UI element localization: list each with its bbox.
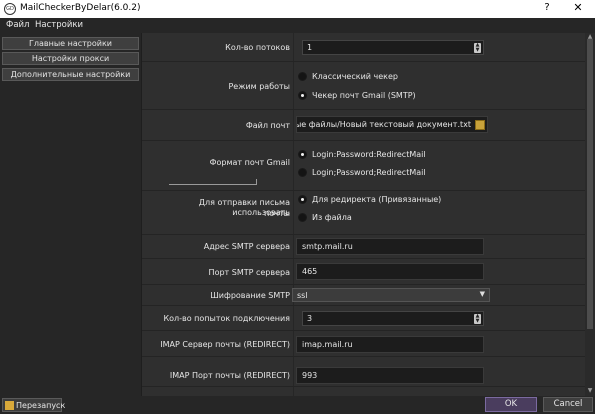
mail-file-input[interactable]: ые файлы/Новый текстовый документ.txt xyxy=(296,116,488,133)
send-redirect-label: Для редиректа (Привязанные) xyxy=(312,195,442,204)
mode-classic-label: Классический чекер xyxy=(312,72,398,81)
connect-attempts-label: Кол-во попыток подключения xyxy=(163,314,290,323)
smtp-encryption-label: Шифрование SMTP xyxy=(210,291,290,300)
sidebar-item-additional-settings[interactable]: Дополнительные настройки xyxy=(2,68,139,81)
smtp-encryption-select[interactable]: ssl ▼ xyxy=(292,288,490,302)
mode-label: Режим работы xyxy=(228,82,290,91)
cancel-button[interactable]: Cancel xyxy=(543,397,593,412)
smtp-encryption-value: ssl xyxy=(297,291,308,300)
title-bar: GD MailCheckerByDelar(6.0.2) ? ✕ xyxy=(0,0,595,18)
row-threads: Кол-во потоков 1 ▲ ▼ xyxy=(142,33,585,62)
imap-port-label: IMAP Порт почты (REDIRECT) xyxy=(169,371,290,380)
smtp-server-label: Адрес SMTP сервера xyxy=(203,242,290,251)
imap-server-label: IMAP Сервер почты (REDIRECT) xyxy=(160,340,290,349)
row-smtp-port: Порт SMTP сервера 465 xyxy=(142,259,585,285)
scroll-down-icon[interactable]: ▼ xyxy=(585,387,595,394)
mode-gmail-label: Чекер почт Gmail (SMTP) xyxy=(312,91,416,100)
format-splitter-handle[interactable] xyxy=(169,179,257,187)
chevron-down-icon: ▼ xyxy=(479,290,485,298)
row-send-for: Для отправки письма использовать почты Д… xyxy=(142,191,585,235)
send-file-label: Из файла xyxy=(312,213,352,222)
row-smtp-server: Адрес SMTP сервера smtp.mail.ru xyxy=(142,235,585,259)
connect-attempts-value: 3 xyxy=(307,314,313,323)
vertical-scrollbar[interactable]: ▲ ▼ xyxy=(585,33,595,396)
ok-button[interactable]: OK xyxy=(485,397,537,412)
restart-label: Перезапуск xyxy=(16,401,66,410)
bottom-bar: Перезапуск OK Cancel xyxy=(0,396,595,414)
imap-server-value: imap.mail.ru xyxy=(302,340,353,349)
radio-on-icon xyxy=(298,91,307,100)
radio-on-icon xyxy=(298,195,307,204)
smtp-server-value: smtp.mail.ru xyxy=(302,242,353,251)
sidebar-item-main-settings[interactable]: Главные настройки xyxy=(2,37,139,50)
format-colon-label: Login:Password:RedirectMail xyxy=(312,150,426,159)
row-mail-file: Файл почт ые файлы/Новый текстовый докум… xyxy=(142,110,585,141)
smtp-port-value: 465 xyxy=(302,267,318,276)
connect-attempts-spinbox[interactable]: 3 ▲ ▼ xyxy=(302,311,484,326)
menu-settings[interactable]: Настройки xyxy=(35,20,83,30)
menu-bar: Файл Настройки xyxy=(0,18,595,33)
spin-arrows-icon[interactable]: ▲ ▼ xyxy=(474,314,481,324)
scrollbar-thumb[interactable] xyxy=(587,39,593,329)
radio-on-icon xyxy=(298,150,307,159)
imap-port-input[interactable]: 993 xyxy=(296,367,484,384)
imap-port-value: 993 xyxy=(302,371,318,380)
gmail-format-label: Формат почт Gmail xyxy=(209,158,290,167)
row-connect-attempts: Кол-во попыток подключения 3 ▲ ▼ xyxy=(142,306,585,331)
mail-file-label: Файл почт xyxy=(245,121,290,130)
row-imap-server: IMAP Сервер почты (REDIRECT) imap.mail.r… xyxy=(142,331,585,357)
close-button[interactable]: ✕ xyxy=(571,1,585,14)
row-imap-port: IMAP Порт почты (REDIRECT) 993 xyxy=(142,357,585,387)
smtp-port-input[interactable]: 465 xyxy=(296,263,484,280)
row-smtp-encryption: Шифрование SMTP ssl ▼ xyxy=(142,285,585,306)
radio-off-icon xyxy=(298,213,307,222)
menu-file[interactable]: Файл xyxy=(6,20,29,30)
send-for-label-line2: почты xyxy=(264,209,290,218)
smtp-port-label: Порт SMTP сервера xyxy=(208,268,290,277)
settings-panel: Кол-во потоков 1 ▲ ▼ Режим работы Классич… xyxy=(141,33,585,396)
mail-file-path: ые файлы/Новый текстовый документ.txt xyxy=(296,120,471,129)
restart-button[interactable]: Перезапуск xyxy=(2,398,66,412)
spin-arrows-icon[interactable]: ▲ ▼ xyxy=(474,43,481,53)
app-icon: GD xyxy=(4,3,16,15)
radio-off-icon xyxy=(298,168,307,177)
row-mode: Режим работы Классический чекер Чекер по… xyxy=(142,62,585,110)
smtp-server-input[interactable]: smtp.mail.ru xyxy=(296,238,484,255)
radio-off-icon xyxy=(298,72,307,81)
sidebar-item-proxy-settings[interactable]: Настройки прокси xyxy=(2,52,139,65)
browse-file-icon[interactable] xyxy=(475,120,485,130)
sidebar: Главные настройки Настройки прокси Допол… xyxy=(0,33,141,396)
threads-value: 1 xyxy=(307,43,313,52)
format-semicolon-label: Login;Password;RedirectMail xyxy=(312,168,426,177)
imap-server-input[interactable]: imap.mail.ru xyxy=(296,336,484,353)
restart-icon xyxy=(5,401,14,410)
threads-spinbox[interactable]: 1 ▲ ▼ xyxy=(302,40,484,55)
help-button[interactable]: ? xyxy=(541,2,553,13)
threads-label: Кол-во потоков xyxy=(225,43,290,52)
window-title: MailCheckerByDelar(6.0.2) xyxy=(20,3,141,13)
